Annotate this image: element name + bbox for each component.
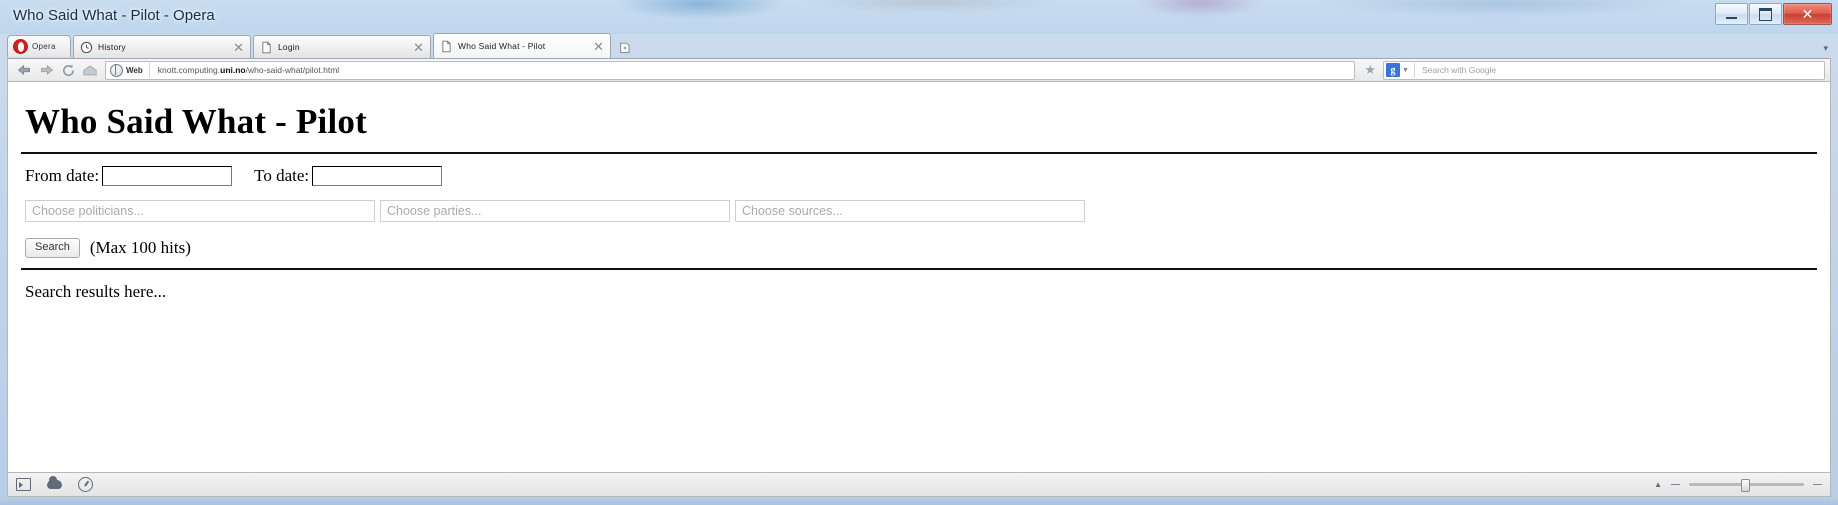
chooser-row: Choose politicians... Choose parties... … — [25, 200, 1820, 222]
page-viewport: Who Said What - Pilot From date: To date… — [7, 82, 1831, 472]
tab-title: History — [98, 42, 126, 52]
forward-arrow-icon — [40, 64, 53, 76]
opera-link-button[interactable] — [47, 476, 62, 491]
page-icon — [442, 40, 451, 52]
politicians-placeholder: Choose politicians... — [32, 204, 144, 218]
new-tab-button[interactable] — [616, 39, 634, 57]
zoom-slider-track[interactable] — [1689, 479, 1804, 492]
url-host: uni.no — [220, 65, 246, 75]
date-filter-row: From date: To date: — [25, 166, 1820, 186]
politicians-chooser[interactable]: Choose politicians... — [25, 200, 375, 222]
globe-icon — [110, 63, 123, 77]
url-badge-label: Web — [126, 65, 143, 75]
status-icon-group — [16, 476, 93, 492]
cloud-icon — [47, 476, 62, 489]
home-button[interactable] — [79, 61, 101, 79]
minimize-button[interactable] — [1715, 3, 1748, 25]
reload-icon — [62, 64, 74, 76]
search-input[interactable]: g ▼ Search with Google — [1383, 60, 1825, 80]
parties-chooser[interactable]: Choose parties... — [380, 200, 730, 222]
page-icon — [262, 41, 271, 53]
zoom-min-marker — [1671, 484, 1680, 485]
window-controls: ✕ — [1715, 3, 1832, 25]
maximize-icon — [1759, 7, 1772, 21]
url-input[interactable]: Web knott.computing.uni.no/who-said-what… — [105, 60, 1356, 80]
tab-who-said-what-pilot[interactable]: Who Said What - Pilot ✕ — [433, 33, 611, 58]
gauge-icon — [78, 477, 93, 492]
search-placeholder: Search with Google — [1421, 65, 1497, 75]
bookmark-star-icon[interactable]: ★ — [1359, 62, 1381, 78]
tab-title: Login — [278, 42, 300, 52]
page-title: Who Said What - Pilot — [25, 102, 367, 141]
maximize-button[interactable] — [1749, 3, 1782, 25]
tab-close-icon[interactable]: ✕ — [591, 40, 606, 53]
from-date-input[interactable] — [102, 166, 233, 186]
tab-close-icon[interactable]: ✕ — [411, 41, 426, 54]
search-action-row: Search (Max 100 hits) — [25, 238, 1820, 258]
google-icon: g — [1386, 63, 1400, 77]
zoom-max-marker — [1813, 484, 1822, 485]
close-icon: ✕ — [1801, 6, 1814, 22]
close-button[interactable]: ✕ — [1783, 3, 1832, 25]
url-text: knott.computing.uni.no/who-said-what/pil… — [150, 65, 339, 75]
divider-top — [21, 152, 1817, 154]
window-title: Who Said What - Pilot - Opera — [13, 7, 215, 24]
opera-logo-icon — [13, 39, 28, 54]
tab-history[interactable]: History ✕ — [73, 35, 251, 58]
back-arrow-icon — [17, 64, 30, 76]
back-button[interactable] — [13, 61, 35, 79]
minimize-icon — [1726, 16, 1737, 19]
tab-title: Who Said What - Pilot — [458, 41, 546, 51]
status-bar: ▲ — [7, 472, 1831, 497]
opera-menu-label: Opera — [32, 42, 56, 51]
divider-bottom — [21, 268, 1817, 270]
chevron-down-icon[interactable]: ▼ — [1402, 62, 1415, 78]
from-date-label: From date: — [25, 166, 100, 185]
search-results-placeholder: Search results here... — [25, 282, 167, 301]
home-icon — [83, 65, 97, 75]
forward-button[interactable] — [35, 61, 57, 79]
title-bar: Who Said What - Pilot - Opera ✕ — [0, 0, 1838, 31]
speed-dial-button[interactable] — [78, 477, 93, 492]
window-bottom-edge — [0, 497, 1838, 505]
search-button[interactable]: Search — [25, 238, 80, 258]
url-prefix: knott.computing. — [157, 65, 221, 75]
opera-menu-button[interactable]: Opera — [7, 35, 71, 57]
url-suffix: /who-said-what/pilot.html — [245, 65, 340, 75]
tab-strip: Opera History ✕ Login ✕ Who Said What - … — [0, 31, 1838, 58]
address-bar: Web knott.computing.uni.no/who-said-what… — [7, 58, 1831, 82]
to-date-input[interactable] — [312, 166, 443, 186]
panel-toggle-button[interactable] — [16, 478, 31, 491]
zoom-caret-icon[interactable]: ▲ — [1654, 480, 1662, 489]
plus-icon — [620, 42, 630, 53]
page-content: Who Said What - Pilot From date: To date… — [8, 82, 1830, 302]
zoom-slider-thumb[interactable] — [1741, 479, 1750, 492]
tab-login[interactable]: Login ✕ — [253, 35, 431, 58]
sources-placeholder: Choose sources... — [742, 204, 843, 218]
zoom-control[interactable]: ▲ — [1654, 479, 1822, 492]
to-date-label: To date: — [254, 166, 310, 185]
sources-chooser[interactable]: Choose sources... — [735, 200, 1085, 222]
browser-window: Who Said What - Pilot - Opera ✕ Opera Hi… — [0, 0, 1838, 505]
max-hits-note: (Max 100 hits) — [89, 238, 191, 257]
tab-close-icon[interactable]: ✕ — [231, 41, 246, 54]
url-protocol-badge: Web — [106, 62, 150, 78]
panel-icon — [16, 478, 31, 491]
clock-icon — [80, 41, 93, 53]
tab-strip-menu-button[interactable]: ▾ — [1823, 43, 1828, 54]
reload-button[interactable] — [57, 61, 79, 79]
parties-placeholder: Choose parties... — [387, 204, 482, 218]
